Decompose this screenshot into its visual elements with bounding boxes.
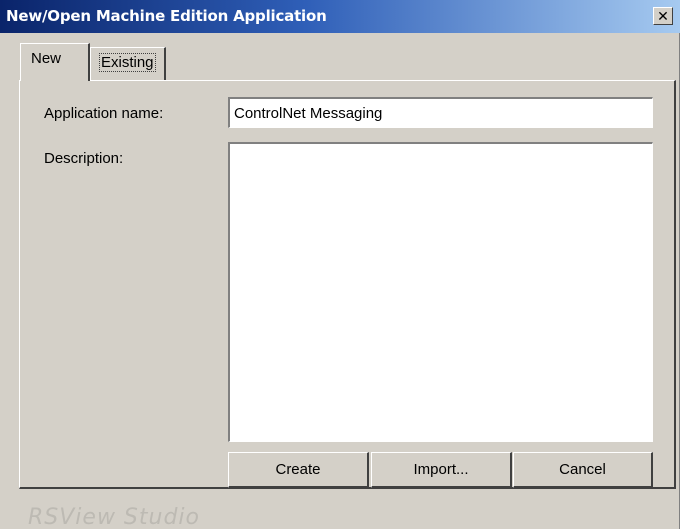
tab-existing-label: Existing	[99, 53, 156, 72]
application-name-label: Application name:	[44, 105, 164, 122]
tab-new[interactable]: New	[20, 43, 90, 81]
create-button-label: Create	[275, 461, 321, 478]
cancel-button[interactable]: Cancel	[513, 452, 653, 488]
cancel-button-label: Cancel	[559, 461, 606, 478]
tab-new-label: New	[31, 50, 62, 67]
import-button[interactable]: Import...	[371, 452, 512, 488]
description-textarea[interactable]	[228, 142, 653, 442]
status-bar-text: RSView Studio	[28, 505, 201, 530]
close-icon: ✕	[657, 8, 669, 24]
application-name-input[interactable]: ControlNet Messaging	[228, 97, 653, 128]
new-open-application-dialog: New/Open Machine Edition Application ✕ E…	[0, 0, 680, 530]
create-button[interactable]: Create	[228, 452, 369, 488]
title-bar[interactable]: New/Open Machine Edition Application ✕	[0, 0, 680, 33]
description-label: Description:	[44, 150, 124, 167]
close-button[interactable]: ✕	[653, 7, 673, 25]
tab-existing[interactable]: Existing	[90, 47, 166, 80]
dialog-title: New/Open Machine Edition Application	[6, 7, 327, 25]
import-button-label: Import...	[413, 461, 469, 478]
